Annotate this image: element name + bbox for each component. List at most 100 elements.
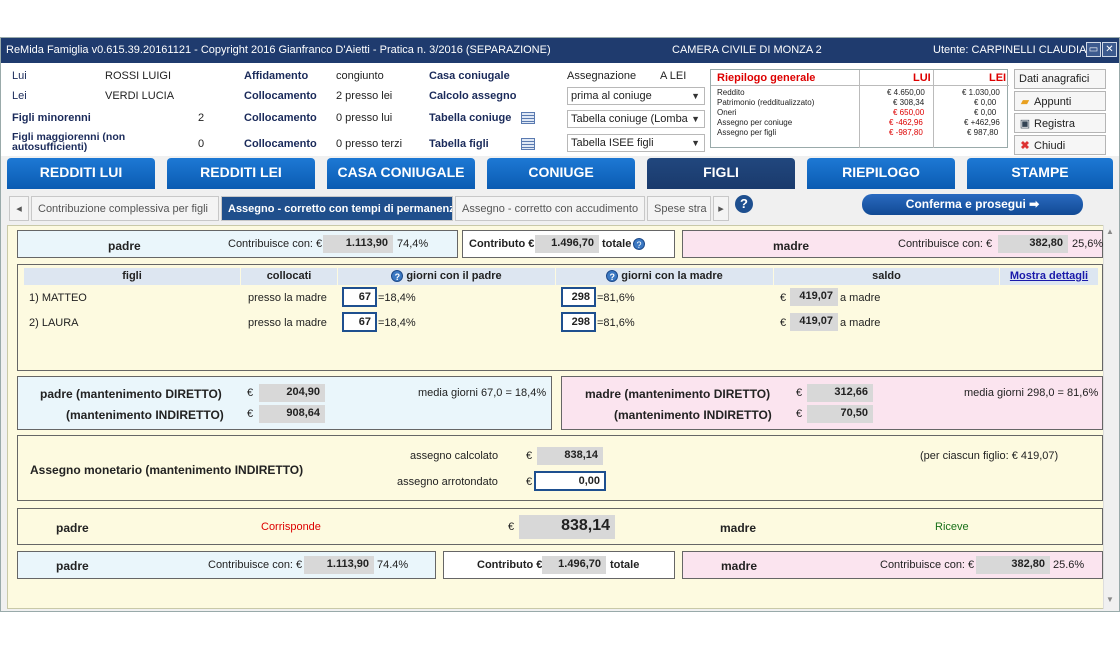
madre-label: madre bbox=[721, 559, 758, 573]
riceve-label: Riceve bbox=[935, 521, 969, 533]
giorni-padre-input[interactable]: 67 bbox=[342, 312, 377, 332]
subtab-accudimento[interactable]: Assegno - corretto con accudimento bbox=[455, 196, 645, 221]
scrollbar[interactable]: ▲ ▼ bbox=[1103, 225, 1116, 609]
lei-value: VERDI LUCIA bbox=[105, 90, 175, 102]
riep-row-lui: € 308,34 bbox=[893, 98, 925, 107]
arrotondato-input[interactable]: 0,00 bbox=[534, 471, 606, 491]
arrow-right-icon: ➡ bbox=[1029, 197, 1040, 211]
tab-coniuge[interactable]: CONIUGE bbox=[487, 158, 635, 189]
lui-label: Lui bbox=[12, 70, 27, 82]
scroll-down-icon[interactable]: ▼ bbox=[1106, 595, 1114, 604]
padre-contrib-value: 1.113,90 bbox=[323, 235, 393, 253]
padre-label: padre bbox=[56, 559, 89, 573]
app-title: ReMida Famiglia v0.615.39.20161121 - Cop… bbox=[6, 44, 551, 56]
maggiori-value: 0 bbox=[198, 138, 205, 150]
chiudi-button[interactable]: ✖ Chiudi bbox=[1014, 135, 1106, 155]
calcolo-select[interactable]: prima al coniuge ▼ bbox=[567, 87, 705, 105]
riep-row-label: Reddito bbox=[717, 88, 745, 97]
calcolo-label: Calcolo assegno bbox=[429, 90, 517, 102]
tabella-coniuge-select[interactable]: Tabella coniuge (Lomba ▼ bbox=[567, 110, 705, 128]
registra-button[interactable]: ▣ Registra bbox=[1014, 113, 1106, 133]
assegnazione-label: Assegnazione bbox=[567, 70, 637, 82]
padre-pct: 74.4% bbox=[377, 559, 409, 571]
subtab-spese[interactable]: Spese stra bbox=[647, 196, 711, 221]
padre-media: media giorni 67,0 = 18,4% bbox=[418, 387, 547, 399]
child-collocato: presso la madre bbox=[248, 292, 327, 304]
madre-summary: madre Contribuisce con: € 382,80 25,6% bbox=[682, 230, 1103, 258]
riep-row-label: Assegno per figli bbox=[717, 128, 777, 137]
per-figlio: (per ciascun figlio: € 419,07) bbox=[920, 450, 1059, 462]
confirm-button[interactable]: Conferma e prosegui ➡ bbox=[862, 194, 1083, 215]
totale-label: totale bbox=[610, 559, 640, 571]
padre-pct: 74,4% bbox=[397, 238, 429, 250]
riep-row-lei: € 987,80 bbox=[967, 128, 999, 137]
euro-sign: € bbox=[526, 476, 533, 488]
court-name: CAMERA CIVILE DI MONZA 2 bbox=[672, 44, 822, 56]
tabella-figli-select[interactable]: Tabella ISEE figli ▼ bbox=[567, 134, 705, 152]
contributo-value: 1.496,70 bbox=[542, 556, 606, 574]
riep-row-lui: € 4.650,00 bbox=[887, 88, 925, 97]
subtab-contribuzione[interactable]: Contribuzione complessiva per figli bbox=[31, 196, 219, 221]
madre-label: madre bbox=[720, 521, 757, 535]
help-icon[interactable]: ? bbox=[633, 238, 645, 250]
dati-anagrafici-button[interactable]: Dati anagrafici bbox=[1014, 69, 1106, 89]
calcolato-value: 838,14 bbox=[537, 447, 603, 465]
tab-figli[interactable]: FIGLI bbox=[647, 158, 795, 189]
table-icon[interactable] bbox=[521, 138, 535, 150]
giorni-padre-pct: =18,4% bbox=[378, 317, 416, 329]
dropdown-arrow-icon: ▼ bbox=[691, 114, 700, 124]
euro-sign: € bbox=[796, 408, 803, 420]
euro-sign: € bbox=[780, 292, 787, 304]
madre-pct: 25.6% bbox=[1053, 559, 1085, 571]
table-icon[interactable] bbox=[521, 112, 535, 124]
contribuisce-label: Contribuisce con: € bbox=[880, 559, 975, 571]
scroll-up-icon[interactable]: ▲ bbox=[1106, 227, 1114, 236]
chevron-left-icon[interactable]: ◂ bbox=[9, 196, 29, 221]
riepilogo-title: Riepilogo generale bbox=[717, 72, 816, 84]
appunti-button[interactable]: ▰ Appunti bbox=[1014, 91, 1106, 111]
padre-label: padre bbox=[56, 521, 89, 535]
assegno-box: Assegno monetario (mantenimento INDIRETT… bbox=[17, 435, 1103, 501]
tab-riepilogo[interactable]: RIEPILOGO bbox=[807, 158, 955, 189]
subtab-tempi-permanenza[interactable]: Assegno - corretto con tempi di permanen… bbox=[221, 196, 453, 221]
riep-row-lui: € 650,00 bbox=[893, 108, 925, 117]
madre-contrib-value: 382,80 bbox=[976, 556, 1050, 574]
folder-icon: ▰ bbox=[1020, 96, 1030, 108]
riepilogo-lei: LEI bbox=[989, 72, 1007, 84]
riep-row-lei: € 0,00 bbox=[974, 108, 997, 117]
help-icon[interactable]: ? bbox=[391, 270, 404, 283]
giorni-madre-input[interactable]: 298 bbox=[561, 287, 596, 307]
calcolato-label: assegno calcolato bbox=[410, 450, 499, 462]
padre-label: padre bbox=[108, 239, 141, 253]
help-icon[interactable]: ? bbox=[735, 195, 753, 213]
tab-stampe[interactable]: STAMPE bbox=[967, 158, 1113, 189]
help-icon[interactable]: ? bbox=[606, 270, 619, 283]
mostra-dettagli-link[interactable]: Mostra dettagli bbox=[1000, 268, 1098, 285]
contributo-label: Contributo € bbox=[477, 559, 543, 571]
padre-summary: padre Contribuisce con: € 1.113,90 74,4% bbox=[17, 230, 458, 258]
riep-row-lei: € 1.030,00 bbox=[962, 88, 1000, 97]
collocamento-2: 0 presso lui bbox=[336, 112, 393, 124]
madre-media: media giorni 298,0 = 81,6% bbox=[964, 387, 1099, 399]
chevron-right-icon[interactable]: ▸ bbox=[713, 196, 729, 221]
collocamento-label-2: Collocamento bbox=[244, 112, 317, 124]
tab-redditi-lui[interactable]: REDDITI LUI bbox=[7, 158, 155, 189]
riepilogo-panel: Riepilogo generale LUI LEI Reddito € 4.6… bbox=[710, 69, 1009, 148]
giorni-madre-input[interactable]: 298 bbox=[561, 312, 596, 332]
giorni-padre-input[interactable]: 67 bbox=[342, 287, 377, 307]
corrisponde-box: padre Corrisponde € 838,14 madre Riceve bbox=[17, 508, 1103, 545]
col-figli: figli bbox=[24, 268, 240, 285]
contributo-box: Contributo € 1.496,70 totale ? bbox=[462, 230, 675, 258]
restore-icon[interactable]: ▭ bbox=[1086, 42, 1101, 57]
padre-indiretto-value: 908,64 bbox=[259, 405, 325, 423]
madre-pct: 25,6% bbox=[1072, 238, 1104, 250]
child-collocato: presso la madre bbox=[248, 317, 327, 329]
assegnazione-value: A LEI bbox=[660, 70, 687, 82]
tab-redditi-lei[interactable]: REDDITI LEI bbox=[167, 158, 315, 189]
close-icon[interactable]: ✕ bbox=[1102, 42, 1117, 57]
contribuisce-label: Contribuisce con: € bbox=[898, 238, 993, 250]
maggiori-label: Figli maggiorenni (non autosufficienti) bbox=[12, 131, 126, 153]
contributo-value: 1.496,70 bbox=[535, 235, 599, 253]
euro-sign: € bbox=[780, 317, 787, 329]
tab-casa-coniugale[interactable]: CASA CONIUGALE bbox=[327, 158, 475, 189]
